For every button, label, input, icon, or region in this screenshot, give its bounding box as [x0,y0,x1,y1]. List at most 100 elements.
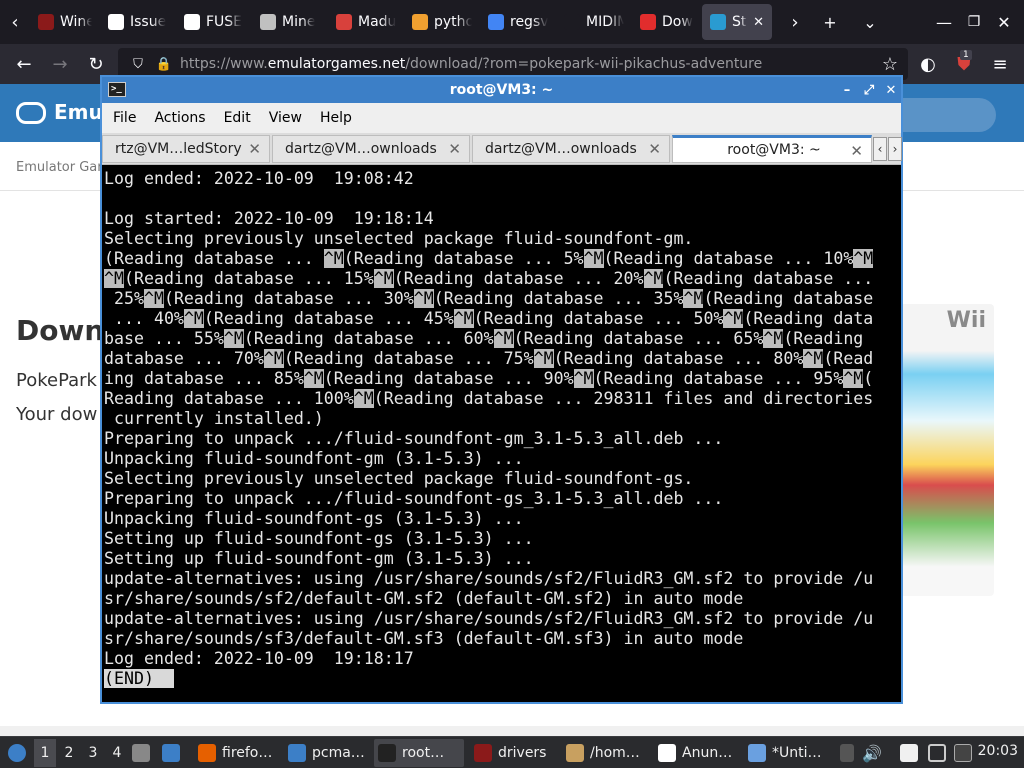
taskbar-task[interactable]: pcma… [284,739,368,767]
file-manager-launcher-icon[interactable] [162,739,180,767]
browser-tab[interactable]: Issue [100,4,176,40]
close-tab-icon[interactable]: ✕ [248,140,261,158]
terminal-tab[interactable]: rtz@VM…ledStory ✕ [102,135,270,163]
control-char-marker: ^M [583,249,604,268]
tab-list-chevron-icon[interactable]: ⌄ [850,0,890,44]
gamepad-icon[interactable] [16,102,46,124]
browser-tab[interactable]: Madu [328,4,404,40]
terminal-text: (Reading database ... [663,269,874,288]
terminal-text: base ... 55% [104,329,224,348]
taskbar-task[interactable]: root… [374,739,464,767]
taskbar-task[interactable]: Anun… [654,739,738,767]
terminal-tab[interactable]: dartz@VM…ownloads ✕ [472,135,670,163]
menu-help[interactable]: Help [311,110,361,126]
taskbar-task[interactable]: drivers [470,739,556,767]
terminal-app-icon[interactable]: >_ [108,82,126,97]
folder-icon [288,744,306,762]
terminal-text: Selecting previously unselected package … [104,469,694,488]
browser-tab[interactable]: Wine 64 [30,4,100,40]
display-tray-icon[interactable] [928,739,946,767]
start-menu-icon[interactable] [6,739,28,767]
taskbar-task[interactable]: *Unti… [744,739,828,767]
terminal-line: Log started: 2022-10-09 19:18:14 [104,209,434,229]
browser-tab[interactable]: pytho [404,4,480,40]
clipboard-tray-icon[interactable] [840,739,854,767]
terminal-line: Log ended: 2022-10-09 19:18:17 [104,649,414,669]
lock-icon[interactable]: 🔒 [154,57,174,72]
hamburger-menu-icon[interactable]: ≡ [982,44,1018,84]
control-char-marker: ^M [183,309,204,328]
clock[interactable]: 20:03 [978,743,1018,759]
workspace-4-button[interactable]: 4 [106,739,128,767]
menu-actions[interactable]: Actions [145,110,214,126]
workspace-2-button[interactable]: 2 [58,739,80,767]
terminal-text: database ... 70% [104,349,264,368]
control-char-marker: ^M [853,249,874,268]
terminal-text: Setting up fluid-soundfont-gm (3.1-5.3) … [104,549,534,568]
close-tab-icon[interactable]: ✕ [850,142,863,160]
terminal-text: Log ended: 2022-10-09 19:08:42 [104,169,414,188]
terminal-line: ... 40%^M(Reading database ... 45%^M(Rea… [104,309,873,329]
new-tab-button[interactable]: + [810,0,850,44]
notes-tray-icon[interactable] [900,739,918,767]
terminal-text: Unpacking fluid-soundfont-gs (3.1-5.3) .… [104,509,524,528]
shield-icon[interactable]: ⛉ [128,57,148,72]
terminal-text: Reading database ... 100% [104,389,354,408]
control-char-marker: ^M [763,329,784,348]
browser-tab[interactable]: Dow [632,4,702,40]
steam-icon [710,14,726,30]
url-prefix: https://www. [180,56,268,72]
terminal-text: sr/share/sounds/sf3/default-GM.sf3 (defa… [104,629,744,648]
terminal-icon [378,744,396,762]
back-button[interactable]: ← [6,44,42,84]
terminal-text: ing database ... 85% [104,369,304,388]
browser-tab[interactable]: Ste ✕ [702,4,772,40]
terminal-text: (Reading database ... 50% [473,309,724,328]
terminal-maximize-button[interactable]: ⤢ [858,77,880,103]
terminal-line: Preparing to unpack .../fluid-soundfont-… [104,489,723,509]
url-path: /download/?rom=pokepark-wii-pikachus-adv… [405,56,763,72]
browser-tab[interactable]: Mine [252,4,328,40]
taskbar-task[interactable]: firefo… [194,739,276,767]
terminal-minimize-button[interactable]: – [836,77,858,103]
close-window-button[interactable]: ✕ [984,0,1024,44]
show-desktop-icon[interactable] [132,739,150,767]
browser-tab[interactable]: MIDIMA [556,4,632,40]
terminal-text: (Reading database ... 75% [283,349,534,368]
browser-tab[interactable]: regsv [480,4,556,40]
menu-file[interactable]: File [104,110,145,126]
taskbar-task[interactable]: /hom… [562,739,646,767]
taskbar-task-label: Anun… [682,745,733,761]
workspace-3-button[interactable]: 3 [82,739,104,767]
browser-tab[interactable]: FUSE [176,4,252,40]
tab-scroll-right-icon[interactable]: › [888,137,902,161]
terminal-text: (Reading database ... [104,249,324,268]
volume-icon[interactable]: 🔊 [862,739,882,767]
breadcrumb[interactable]: Emulator Gar [16,160,103,175]
forward-button[interactable]: → [42,44,78,84]
terminal-tab[interactable]: root@VM3: ~ ✕ [672,135,872,163]
tab-scroll-right-button[interactable]: › [780,0,810,44]
pager-end-marker: (END) [104,669,154,688]
vivaldi-icon [640,14,656,30]
workspace-1-button[interactable]: 1 [34,739,56,767]
tab-scroll-left-icon[interactable]: ‹ [873,137,887,161]
terminal-line: sr/share/sounds/sf2/default-GM.sf2 (defa… [104,589,743,609]
close-tab-icon[interactable]: ✕ [753,15,764,30]
menu-edit[interactable]: Edit [215,110,260,126]
terminal-tab[interactable]: dartz@VM…ownloads ✕ [272,135,470,163]
terminal-close-button[interactable]: ✕ [880,77,902,103]
tab-scroll-left-button[interactable]: ‹ [0,0,30,44]
terminal-text: update-alternatives: using /usr/share/so… [104,569,874,588]
control-char-marker: ^M [263,349,284,368]
close-tab-icon[interactable]: ✕ [648,140,661,158]
midi-icon [564,14,580,30]
menu-view[interactable]: View [260,110,311,126]
terminal-line: Selecting previously unselected package … [104,229,693,249]
terminal-line: Reading database ... 100%^M(Reading data… [104,389,873,409]
network-tray-icon[interactable] [954,739,972,767]
account-icon[interactable]: ◐ [910,44,946,84]
terminal-titlebar[interactable]: >_ root@VM3: ~ – ⤢ ✕ [102,77,901,103]
terminal-output[interactable]: Log ended: 2022-10-09 19:08:42 Log starte… [104,169,899,702]
close-tab-icon[interactable]: ✕ [448,140,461,158]
